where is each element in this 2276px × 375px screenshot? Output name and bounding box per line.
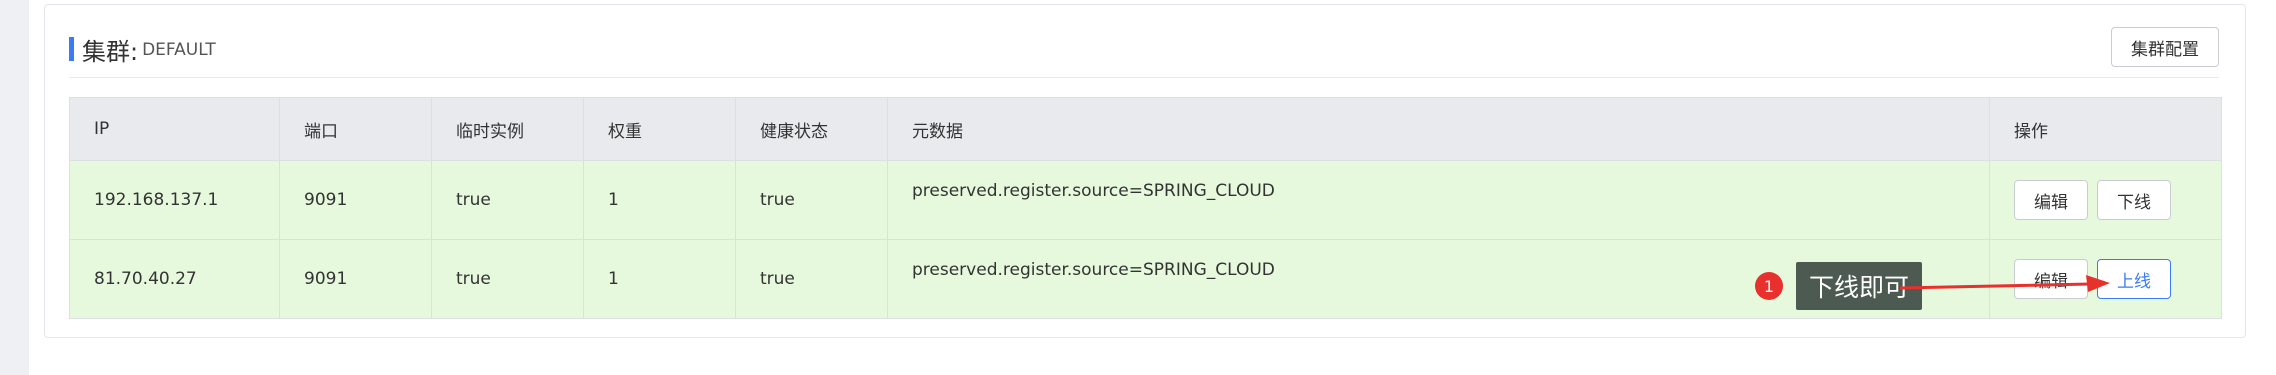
cell-health: true — [735, 160, 888, 240]
cell-health: true — [735, 239, 888, 319]
cell-port: 9091 — [279, 239, 432, 319]
column-header-port: 端口 — [279, 97, 432, 161]
annotation-number-badge: 1 — [1755, 272, 1783, 300]
offline-button[interactable]: 下线 — [2097, 180, 2171, 220]
cluster-header: 集群: DEFAULT — [69, 31, 216, 67]
table-row: 192.168.137.1 9091 true 1 true preserved… — [69, 160, 2222, 240]
cell-ephemeral: true — [431, 160, 584, 240]
cell-weight: 1 — [583, 160, 736, 240]
cluster-title-label: 集群: — [82, 37, 139, 66]
annotation-arrow-icon — [1900, 275, 2110, 292]
table-header-row: IP 端口 临时实例 权重 健康状态 元数据 操作 — [69, 97, 2222, 161]
left-sidebar-strip — [0, 0, 29, 375]
column-header-ephemeral: 临时实例 — [431, 97, 584, 161]
cell-port: 9091 — [279, 160, 432, 240]
column-header-weight: 权重 — [583, 97, 736, 161]
cell-ephemeral: true — [431, 239, 584, 319]
column-header-ip: IP — [69, 97, 280, 161]
cell-actions: 编辑 下线 — [1989, 160, 2222, 240]
header-divider — [69, 77, 2219, 78]
cell-weight: 1 — [583, 239, 736, 319]
column-header-metadata: 元数据 — [887, 97, 1990, 161]
cell-ip: 192.168.137.1 — [69, 160, 280, 240]
column-header-actions: 操作 — [1989, 97, 2222, 161]
cluster-config-button[interactable]: 集群配置 — [2111, 27, 2219, 67]
column-header-health: 健康状态 — [735, 97, 888, 161]
cell-ip: 81.70.40.27 — [69, 239, 280, 319]
cluster-name: DEFAULT — [142, 40, 216, 60]
title-accent-bar — [69, 37, 74, 61]
edit-button[interactable]: 编辑 — [2014, 180, 2088, 220]
cell-metadata: preserved.register.source=SPRING_CLOUD — [887, 160, 1990, 240]
